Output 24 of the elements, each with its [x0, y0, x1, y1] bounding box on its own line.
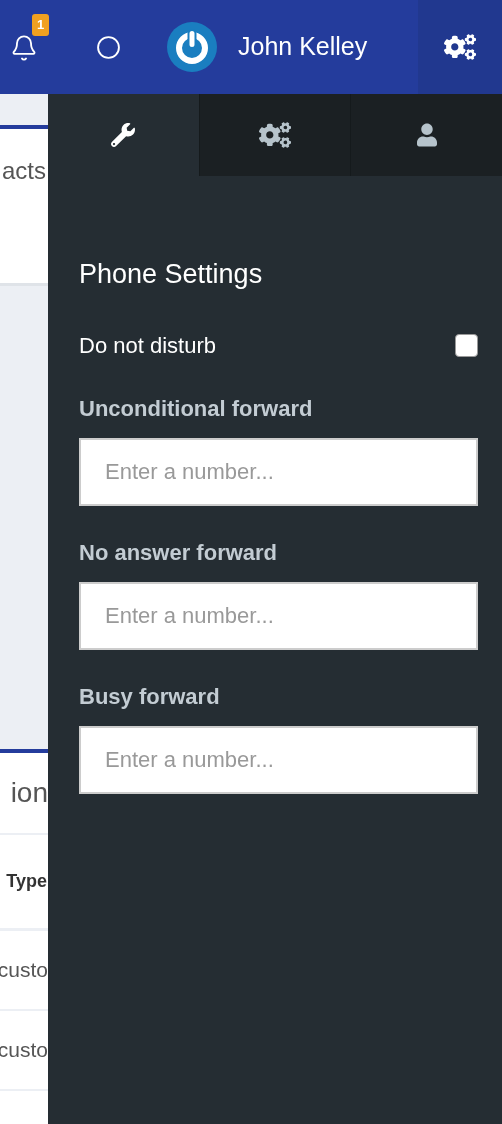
section-title: ion	[10, 776, 48, 810]
settings-icon	[444, 31, 476, 63]
status-icon[interactable]	[96, 34, 121, 60]
do-not-disturb-checkbox[interactable]	[455, 333, 478, 357]
notification-badge: 1	[32, 14, 50, 36]
user-icon	[416, 123, 437, 147]
notifications-icon[interactable]	[10, 34, 38, 62]
column-header: Type	[6, 870, 48, 893]
field-label: Busy forward	[79, 682, 221, 711]
gears-icon	[259, 119, 291, 151]
number-field[interactable]: Enter a number...	[79, 725, 478, 794]
field-label: No answer forward	[79, 538, 279, 567]
number-field[interactable]: Enter a number...	[79, 437, 478, 506]
settings-button[interactable]	[418, 0, 502, 94]
checkbox-label: Do not disturb	[79, 331, 216, 360]
wrench-icon	[111, 123, 136, 147]
panel-title: Phone Settings	[79, 258, 264, 291]
power-logo-icon	[167, 22, 217, 72]
panel-tab[interactable]	[198, 94, 351, 176]
user-name[interactable]: John Kelley	[238, 28, 368, 66]
number-field[interactable]: Enter a number...	[79, 581, 478, 650]
card-title: acts	[2, 156, 47, 186]
panel-tab[interactable]	[350, 94, 502, 176]
field-label: Unconditional forward	[79, 394, 314, 423]
